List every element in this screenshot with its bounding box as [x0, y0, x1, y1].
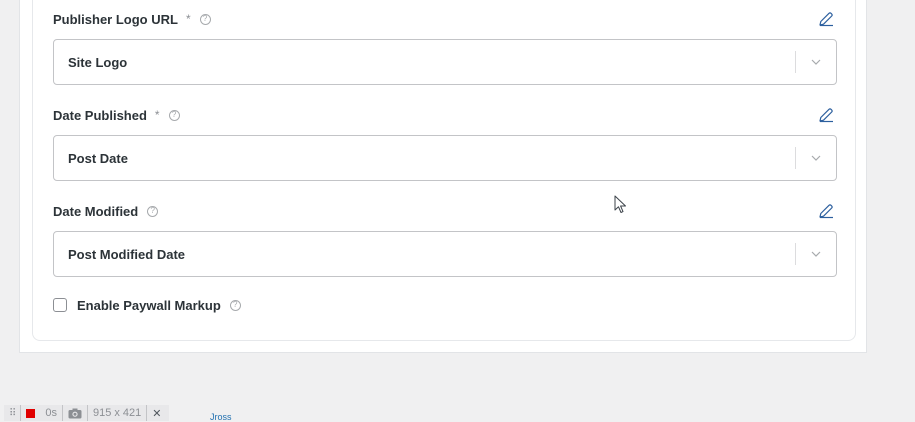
- required-indicator: *: [154, 108, 160, 122]
- date-modified-value: Post Modified Date: [68, 246, 186, 262]
- chevron-down-icon[interactable]: [796, 136, 836, 180]
- date-modified-select[interactable]: Post Modified Date: [53, 231, 837, 277]
- close-icon[interactable]: ✕: [147, 405, 166, 421]
- recorder-toolbar: ⠿ 0s 915 x 421 ✕: [4, 405, 169, 421]
- settings-panel: Publisher Logo URL * ? Site Logo Date Pu…: [19, 0, 867, 353]
- timer-value: 0s: [45, 407, 57, 419]
- pencil-icon[interactable]: [817, 106, 835, 124]
- date-modified-label: Date Modified: [53, 203, 139, 219]
- chevron-down-icon[interactable]: [796, 40, 836, 84]
- date-published-field: Date Published * ? Post Date: [53, 105, 837, 181]
- record-icon[interactable]: [26, 408, 36, 418]
- drag-handle-icon[interactable]: ⠿: [4, 405, 22, 421]
- date-modified-field: Date Modified ? Post Modified Date: [53, 201, 837, 277]
- date-published-select[interactable]: Post Date: [53, 135, 837, 181]
- date-published-value: Post Date: [68, 150, 128, 166]
- publisher-logo-field: Publisher Logo URL * ? Site Logo: [53, 9, 837, 85]
- date-modified-label-row: Date Modified ?: [53, 201, 837, 221]
- paywall-checkbox[interactable]: [53, 298, 67, 312]
- record-timer[interactable]: 0s: [21, 405, 63, 421]
- publisher-logo-label-row: Publisher Logo URL * ?: [53, 9, 837, 29]
- required-indicator: *: [185, 12, 191, 26]
- capture-dimensions: 915 x 421: [88, 405, 148, 421]
- pencil-icon[interactable]: [817, 202, 835, 220]
- mouse-pointer-icon: [614, 195, 626, 213]
- date-published-label-row: Date Published * ?: [53, 105, 837, 125]
- publisher-logo-label: Publisher Logo URL: [53, 11, 178, 27]
- schema-field-card: Publisher Logo URL * ? Site Logo Date Pu…: [32, 0, 856, 341]
- help-icon[interactable]: ?: [229, 299, 241, 311]
- help-icon[interactable]: ?: [147, 205, 159, 217]
- help-icon[interactable]: ?: [168, 109, 180, 121]
- paywall-option[interactable]: Enable Paywall Markup ?: [53, 295, 241, 315]
- clipped-link-text: Jross: [210, 412, 232, 422]
- help-icon[interactable]: ?: [199, 13, 211, 25]
- date-published-label: Date Published: [53, 107, 147, 123]
- pencil-icon[interactable]: [817, 10, 835, 28]
- paywall-label[interactable]: Enable Paywall Markup: [77, 298, 221, 313]
- publisher-logo-value: Site Logo: [68, 54, 128, 70]
- camera-icon[interactable]: [63, 405, 88, 421]
- publisher-logo-select[interactable]: Site Logo: [53, 39, 837, 85]
- chevron-down-icon[interactable]: [796, 232, 836, 276]
